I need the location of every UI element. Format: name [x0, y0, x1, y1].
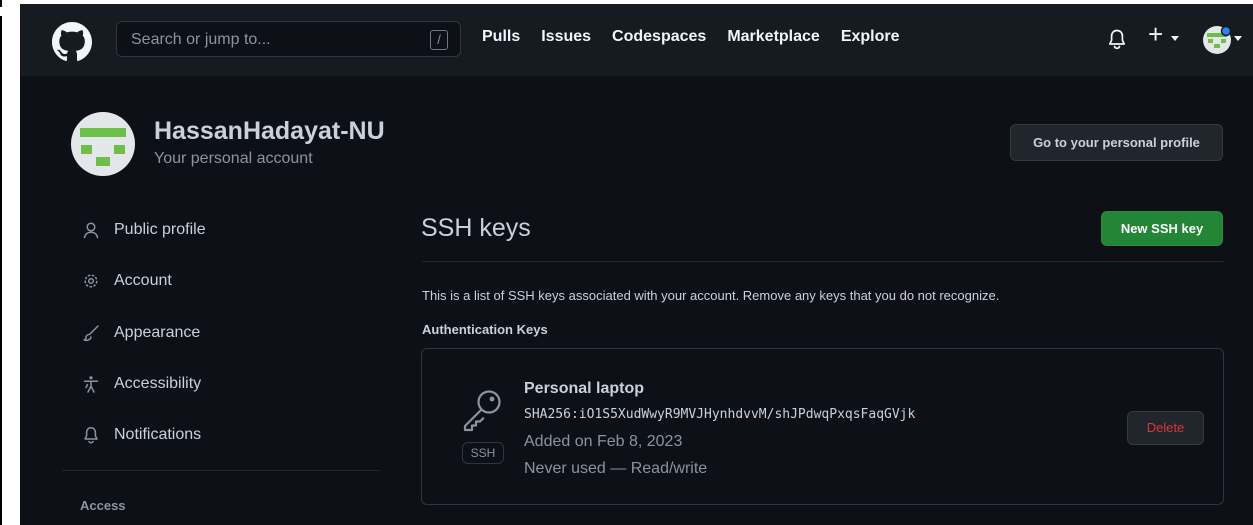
plus-icon[interactable]: +	[1148, 21, 1163, 47]
search-placeholder: Search or jump to...	[131, 31, 271, 48]
top-navigation-bar: Search or jump to... / Pulls Issues Code…	[20, 4, 1253, 76]
go-to-profile-button[interactable]: Go to your personal profile	[1010, 124, 1223, 161]
ssh-keys-description: This is a list of SSH keys associated wi…	[422, 288, 1000, 303]
user-avatar[interactable]	[1203, 26, 1231, 54]
ssh-key-usage: Never used — Read/write	[524, 460, 708, 477]
ssh-key-title: Personal laptop	[524, 380, 645, 397]
sidebar-item-label: Appearance	[114, 324, 201, 341]
gear-icon	[84, 274, 98, 288]
nav-issues[interactable]: Issues	[541, 28, 591, 46]
sidebar-section-access: Access	[80, 498, 126, 513]
paintbrush-icon	[83, 325, 99, 342]
delete-key-button[interactable]: Delete	[1127, 411, 1204, 445]
ssh-key-added-date: Added on Feb 8, 2023	[524, 433, 683, 450]
page-title: SSH keys	[421, 214, 531, 242]
new-ssh-key-button[interactable]: New SSH key	[1101, 211, 1223, 246]
sidebar-item-appearance[interactable]: Appearance	[82, 320, 200, 346]
github-logo-icon[interactable]	[52, 22, 92, 62]
sidebar-item-label: Accessibility	[114, 375, 202, 392]
sidebar-item-account[interactable]: Account	[82, 268, 172, 294]
bell-icon[interactable]	[1107, 28, 1127, 50]
accessibility-icon	[83, 376, 99, 393]
authentication-keys-heading: Authentication Keys	[422, 322, 548, 337]
ssh-key-list-item: SSH Personal laptop SHA256:iO1S5XudWwyR9…	[421, 348, 1224, 505]
slash-shortcut-badge: /	[430, 30, 448, 50]
account-name[interactable]: HassanHadayat-NU	[154, 117, 385, 146]
title-divider	[422, 261, 1224, 262]
frame-line	[0, 16, 2, 525]
create-dropdown-caret-icon[interactable]	[1171, 36, 1179, 41]
nav-marketplace[interactable]: Marketplace	[727, 28, 820, 46]
frame-line-top	[0, 0, 2, 7]
search-input[interactable]: Search or jump to... /	[116, 21, 461, 57]
nav-codespaces[interactable]: Codespaces	[612, 28, 706, 46]
sidebar-item-label: Account	[114, 272, 172, 289]
account-subtitle: Your personal account	[154, 150, 313, 167]
user-menu-caret-icon[interactable]	[1234, 36, 1242, 41]
sidebar-item-public-profile[interactable]: Public profile	[82, 217, 206, 243]
nav-pulls[interactable]: Pulls	[482, 28, 520, 46]
ssh-type-badge: SSH	[462, 442, 504, 464]
sidebar-item-accessibility[interactable]: Accessibility	[82, 371, 201, 397]
nav-explore[interactable]: Explore	[841, 28, 900, 46]
account-avatar	[71, 112, 135, 176]
ssh-key-fingerprint: SHA256:iO1S5XudWwyR9MVJHynhdvvM/shJPdwqP…	[524, 407, 916, 422]
key-icon	[463, 390, 501, 432]
person-icon	[83, 222, 99, 239]
header-nav: Pulls Issues Codespaces Marketplace Expl…	[482, 28, 900, 46]
sidebar-item-label: Notifications	[114, 426, 202, 443]
bell-icon	[84, 427, 98, 444]
sidebar-item-label: Public profile	[114, 221, 206, 238]
sidebar-divider	[62, 470, 380, 471]
github-settings-page: Search or jump to... / Pulls Issues Code…	[20, 4, 1253, 525]
sidebar-item-notifications[interactable]: Notifications	[82, 422, 201, 448]
